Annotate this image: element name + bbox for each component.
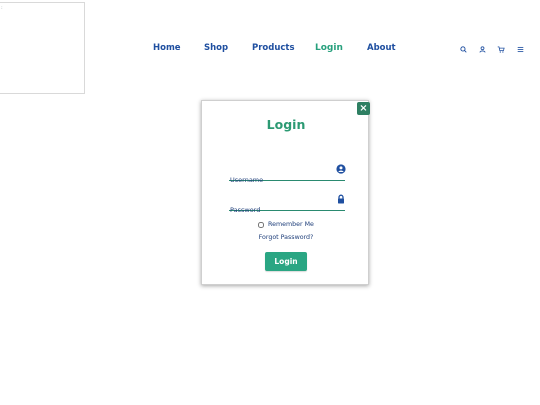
remember-me-label: Remember Me [268,221,314,228]
search-icon[interactable] [457,43,469,55]
close-button[interactable]: × [357,102,370,115]
login-submit-button[interactable]: Login [265,252,307,271]
close-icon: × [359,103,368,114]
nav-shop[interactable]: Shop [204,43,228,53]
remember-me[interactable]: Remember Me [258,221,314,228]
username-input[interactable] [229,174,347,186]
logo-text: : [1,5,3,11]
cart-icon[interactable] [495,43,507,55]
login-modal: × Login Remember Me Forgot Password? Log… [201,100,370,285]
username-field [229,167,347,186]
password-field [229,197,347,216]
nav-login[interactable]: Login [315,43,343,53]
nav-icon-group [456,43,536,55]
forgot-password-link[interactable]: Forgot Password? [202,234,370,241]
user-icon[interactable] [476,43,488,55]
nav-about[interactable]: About [367,43,396,53]
menu-icon[interactable] [514,43,526,55]
remember-me-checkbox[interactable] [258,221,264,228]
nav-home[interactable]: Home [153,43,181,53]
password-input[interactable] [229,204,347,216]
nav-products[interactable]: Products [252,43,295,53]
modal-title: Login [266,117,306,132]
